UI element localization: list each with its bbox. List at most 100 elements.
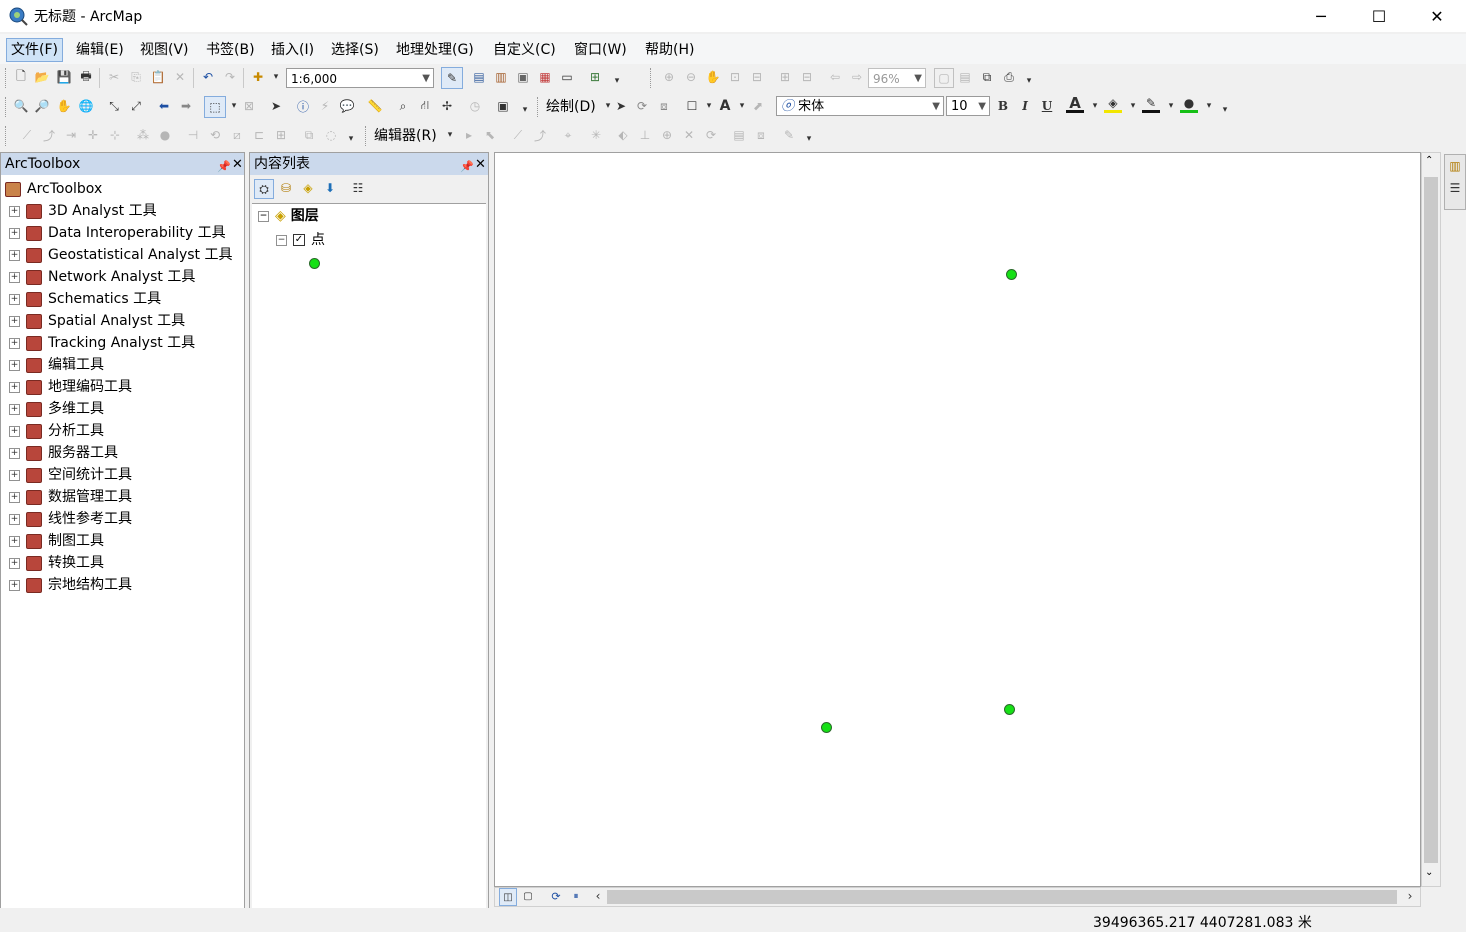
vertical-scrollbar[interactable]: ⌃ ⌄ bbox=[1421, 152, 1441, 887]
map-scale-select[interactable]: 1:6,000 ▼ bbox=[286, 68, 434, 88]
toolbox-item[interactable]: + Spatial Analyst 工具 bbox=[9, 311, 185, 331]
toolbar-overflow-icon[interactable]: ▾ bbox=[1020, 72, 1038, 90]
toolbox-root[interactable]: ArcToolbox bbox=[5, 179, 102, 199]
catalog-window-icon[interactable]: ▥ bbox=[492, 68, 510, 86]
new-document-icon[interactable]: 🗋 bbox=[12, 68, 30, 86]
menu-view[interactable]: 视图(V) bbox=[136, 40, 193, 60]
full-extent-icon[interactable]: 🌐 bbox=[77, 97, 95, 115]
find-route-icon[interactable]: ⛙ bbox=[416, 97, 434, 115]
change-layout-icon[interactable]: ⧉ bbox=[978, 68, 996, 86]
sketch-properties-icon[interactable]: ⧈ bbox=[752, 126, 770, 144]
font-select[interactable]: ⓞ 宋体 ▼ bbox=[776, 96, 944, 116]
menu-edit[interactable]: 编辑(E) bbox=[72, 40, 128, 60]
zoom-out-icon[interactable]: 🔎 bbox=[33, 97, 51, 115]
search-tab-icon[interactable]: ☰ bbox=[1446, 179, 1464, 197]
rotate-feature-icon[interactable]: ⟲ bbox=[206, 126, 224, 144]
expand-icon[interactable]: + bbox=[9, 381, 20, 393]
chevron-down-icon[interactable]: ▾ bbox=[267, 68, 285, 86]
chevron-down-icon[interactable]: ▾ bbox=[1162, 97, 1180, 115]
midpoint-icon[interactable]: ✛ bbox=[84, 126, 102, 144]
bold-button[interactable]: B bbox=[994, 97, 1012, 115]
layout-view-icon[interactable]: ▢ bbox=[519, 888, 537, 904]
expand-icon[interactable]: + bbox=[9, 293, 20, 305]
time-slider-icon[interactable]: ◷ bbox=[466, 97, 484, 115]
scroll-thumb[interactable] bbox=[1424, 177, 1438, 863]
toolbox-item[interactable]: + 空间统计工具 bbox=[9, 465, 132, 485]
toolbox-item[interactable]: + Data Interoperability 工具 bbox=[9, 223, 226, 243]
toolbox-item[interactable]: + Tracking Analyst 工具 bbox=[9, 333, 195, 353]
close-button[interactable]: ✕ bbox=[1414, 0, 1460, 32]
modelbuilder-icon[interactable]: ⊞ bbox=[586, 68, 604, 86]
split-icon[interactable]: ⊣ bbox=[184, 126, 202, 144]
add-data-icon[interactable]: ✚ bbox=[249, 68, 267, 86]
split-tool-icon[interactable]: ✕ bbox=[680, 126, 698, 144]
redo-icon[interactable]: ↷ bbox=[221, 68, 239, 86]
pan-icon[interactable]: ✋ bbox=[55, 97, 73, 115]
edit-vertices-icon[interactable]: ⬖ bbox=[614, 126, 632, 144]
fixed-zoom-out-icon[interactable]: ⤢ bbox=[127, 97, 145, 115]
list-by-drawing-order-icon[interactable]: ⛭ bbox=[254, 179, 274, 199]
toolbox-item[interactable]: + 多维工具 bbox=[9, 399, 104, 419]
expand-icon[interactable]: + bbox=[9, 425, 20, 437]
layout-zoom-in-icon[interactable]: ⊕ bbox=[660, 68, 678, 86]
identify-icon[interactable]: ⓘ bbox=[294, 97, 312, 115]
toolbar-grip[interactable] bbox=[537, 97, 541, 117]
copy-icon[interactable]: ⎘ bbox=[127, 68, 145, 86]
edit-vertices-icon[interactable]: ⬈ bbox=[749, 97, 767, 115]
expand-icon[interactable]: + bbox=[9, 513, 20, 525]
pause-drawing-icon[interactable]: ⏸ bbox=[567, 888, 585, 904]
toolbar-grip[interactable] bbox=[5, 126, 9, 146]
measure-icon[interactable]: 📏 bbox=[366, 97, 384, 115]
fixed-zoom-in-icon[interactable]: ⤡ bbox=[105, 97, 123, 115]
toolbox-item[interactable]: +3D Analyst 工具 bbox=[9, 201, 157, 221]
cut-polygons-icon[interactable]: ⊕ bbox=[658, 126, 676, 144]
expand-icon[interactable]: + bbox=[9, 227, 20, 239]
create-features-icon[interactable]: ✎ bbox=[780, 126, 798, 144]
scroll-right-icon[interactable]: › bbox=[1401, 888, 1419, 904]
expand-icon[interactable]: + bbox=[9, 359, 20, 371]
horizontal-scroll-thumb[interactable] bbox=[607, 890, 1397, 904]
menu-selection[interactable]: 选择(S) bbox=[327, 40, 383, 60]
cut-polygons-icon[interactable]: ⧄ bbox=[228, 126, 246, 144]
toolbox-item[interactable]: + 地理编码工具 bbox=[9, 377, 132, 397]
rotate-tool-icon[interactable]: ⟳ bbox=[702, 126, 720, 144]
expand-icon[interactable]: + bbox=[9, 337, 20, 349]
minimize-button[interactable]: ─ bbox=[1298, 0, 1344, 32]
underline-button[interactable]: U bbox=[1038, 97, 1056, 115]
menu-customize[interactable]: 自定义(C) bbox=[489, 40, 560, 60]
menu-insert[interactable]: 插入(I) bbox=[267, 40, 318, 60]
toolbox-item[interactable]: + 分析工具 bbox=[9, 421, 104, 441]
menu-windows[interactable]: 窗口(W) bbox=[570, 40, 631, 60]
go-back-extent-icon[interactable]: ⇦ bbox=[826, 68, 844, 86]
font-color-button[interactable]: A bbox=[1066, 94, 1084, 113]
map-point[interactable] bbox=[821, 722, 832, 733]
scroll-down-icon[interactable]: ⌄ bbox=[1425, 867, 1433, 878]
expand-icon[interactable]: + bbox=[9, 535, 20, 547]
close-icon[interactable]: ✕ bbox=[475, 154, 486, 176]
rectangle-icon[interactable]: ☐ bbox=[683, 97, 701, 115]
expand-icon[interactable]: + bbox=[9, 249, 20, 261]
italic-button[interactable]: I bbox=[1016, 97, 1034, 115]
edit-annotation-icon[interactable]: ⬉ bbox=[481, 126, 499, 144]
editor-toolbar-icon[interactable]: ✎ bbox=[441, 67, 463, 89]
zoom-whole-page-icon[interactable]: ⊡ bbox=[726, 68, 744, 86]
menu-geoprocessing[interactable]: 地理处理(G) bbox=[392, 40, 478, 60]
toc-options-icon[interactable]: ☷ bbox=[349, 179, 367, 197]
font-size-select[interactable]: 10 ▼ bbox=[946, 96, 990, 116]
line-color-icon[interactable]: ✎ bbox=[1142, 96, 1160, 113]
expand-icon[interactable]: + bbox=[9, 557, 20, 569]
straight-segment-icon[interactable]: ⟋ bbox=[18, 126, 36, 144]
expand-icon[interactable]: + bbox=[9, 579, 20, 591]
collapse-icon[interactable]: − bbox=[276, 234, 287, 246]
editor-menu[interactable]: 编辑器(R) bbox=[374, 126, 437, 146]
reshape-icon[interactable]: ⊏ bbox=[250, 126, 268, 144]
previous-extent-icon[interactable]: ⬅ bbox=[155, 97, 173, 115]
straight-segment-icon[interactable]: ⟋ bbox=[509, 126, 527, 144]
list-by-selection-icon[interactable]: ⬇ bbox=[321, 179, 339, 197]
delete-icon[interactable]: ✕ bbox=[171, 68, 189, 86]
intersection-icon[interactable]: ⊹ bbox=[106, 126, 124, 144]
menu-file[interactable]: 文件(F) bbox=[6, 38, 63, 62]
endpoint-arc-icon[interactable]: ⤴ bbox=[531, 126, 549, 144]
toc-window-icon[interactable]: ▤ bbox=[470, 68, 488, 86]
merge-icon[interactable]: ⊞ bbox=[272, 126, 290, 144]
